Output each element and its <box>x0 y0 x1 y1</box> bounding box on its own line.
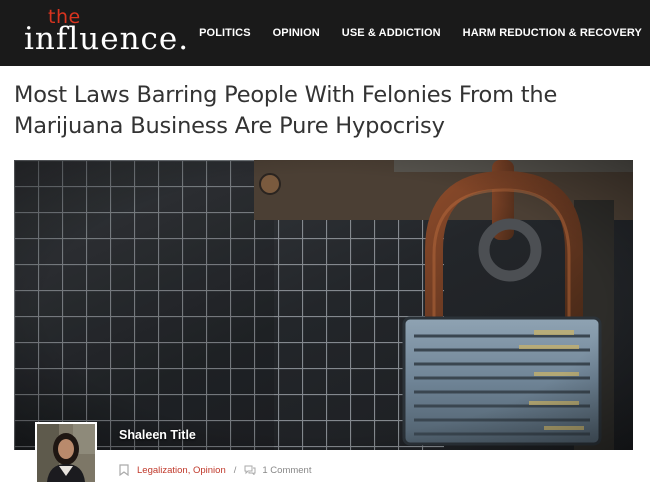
logo-wordmark: influence. <box>24 21 190 57</box>
nav-politics[interactable]: POLITICS <box>199 27 251 39</box>
category-links[interactable]: Legalization, Opinion <box>137 465 226 476</box>
main-nav: POLITICS OPINION USE & ADDICTION HARM RE… <box>177 0 642 66</box>
author-name[interactable]: Shaleen Title <box>119 428 196 442</box>
nav-use-addiction[interactable]: USE & ADDICTION <box>342 27 441 39</box>
site-header: the influence. POLITICS OPINION USE & AD… <box>0 0 650 66</box>
nav-opinion[interactable]: OPINION <box>273 27 320 39</box>
bookmark-icon <box>119 464 129 476</box>
meta-separator: / <box>233 464 237 476</box>
hero-image <box>14 160 633 450</box>
author-avatar[interactable] <box>35 422 97 484</box>
comments-link[interactable]: 1 Comment <box>262 465 311 476</box>
comments-icon <box>244 465 256 475</box>
article-title: Most Laws Barring People With Felonies F… <box>14 82 558 139</box>
nav-harm-reduction-recovery[interactable]: HARM REDUCTION & RECOVERY <box>463 27 642 39</box>
article-meta: Legalization, Opinion / 1 Comment <box>119 462 311 478</box>
